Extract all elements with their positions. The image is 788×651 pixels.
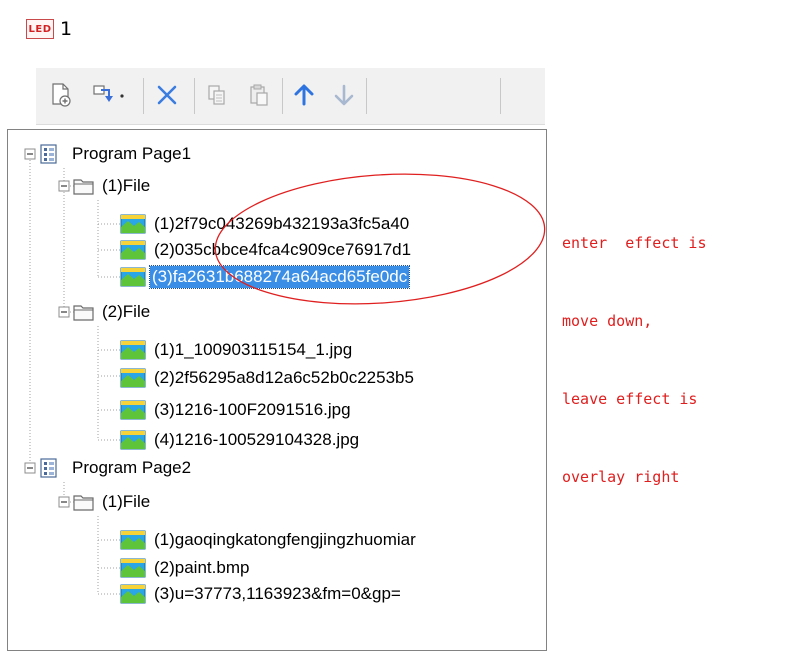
add-item-icon xyxy=(93,85,124,102)
tree-node-label: (4)1216-100529104328.jpg xyxy=(154,430,360,449)
tree-node-image[interactable]: (3)1216-100F2091516.jpg xyxy=(120,397,353,423)
image-file-icon xyxy=(120,267,146,287)
tree-node-label: (2)035cbbce4fca4c909ce76917d1 xyxy=(154,240,412,259)
tree-node-file[interactable]: (1)File xyxy=(72,489,152,515)
delete-button[interactable] xyxy=(150,80,184,110)
annotation-line: leave effect is xyxy=(562,390,698,408)
arrow-up-icon xyxy=(294,84,314,106)
tree-node-image[interactable]: (1)gaoqingkatongfengjingzhuomiar xyxy=(120,527,418,553)
image-file-icon xyxy=(120,584,146,604)
tree-node-label: (3)fa2631b688274a64acd65fe0dc xyxy=(148,265,411,289)
folder-icon xyxy=(73,495,94,511)
tree-node-label: Program Page1 xyxy=(72,144,192,163)
copy-button[interactable] xyxy=(200,80,234,110)
program-page-icon xyxy=(40,144,57,164)
led-number: 1 xyxy=(60,18,73,40)
folder-icon xyxy=(73,305,94,321)
tree-node-label: (3)1216-100F2091516.jpg xyxy=(154,400,351,419)
arrow-down-icon xyxy=(334,84,354,106)
tree-node-image[interactable]: (1)1_100903115154_1.jpg xyxy=(120,337,354,363)
tree-node-image[interactable]: (4)1216-100529104328.jpg xyxy=(120,427,361,453)
image-file-icon xyxy=(120,240,146,260)
tree-node-image[interactable]: (2)paint.bmp xyxy=(120,555,251,581)
new-page-icon xyxy=(52,83,71,107)
tree-node-label: (1)File xyxy=(102,492,151,511)
tree-node-image[interactable]: (2)035cbbce4fca4c909ce76917d1 xyxy=(120,237,413,263)
image-file-icon xyxy=(120,214,146,234)
image-file-icon xyxy=(120,558,146,578)
annotation-line: overlay right xyxy=(562,468,680,486)
image-file-icon xyxy=(120,530,146,550)
tree-node-label: (3)u=37773,1163923&fm=0&gp= xyxy=(154,584,401,603)
tree-node-label: (2)File xyxy=(102,302,151,321)
led-icon: LED xyxy=(26,19,54,39)
copy-icon xyxy=(208,85,225,105)
add-dropdown-button[interactable] xyxy=(90,80,132,110)
close-icon xyxy=(157,85,177,105)
tree-node-label: (1)gaoqingkatongfengjingzhuomiar xyxy=(154,530,416,549)
image-file-icon xyxy=(120,340,146,360)
move-down-button[interactable] xyxy=(328,80,360,110)
tree-node-label: (2)2f56295a8d12a6c52b0c2253b5 xyxy=(154,368,414,387)
program-tree: Program Page1 (1)File (1)2f79c043269b432… xyxy=(7,129,547,651)
tree-node-label: Program Page2 xyxy=(72,458,192,477)
image-file-icon xyxy=(120,400,146,420)
paste-icon xyxy=(250,84,268,106)
image-file-icon xyxy=(120,430,146,450)
led-screen-tab[interactable]: LED 1 xyxy=(26,16,72,42)
tree-node-label: (1)1_100903115154_1.jpg xyxy=(154,340,353,359)
tree-node-image-selected[interactable]: (3)fa2631b688274a64acd65fe0dc xyxy=(120,264,411,290)
tree-node-image[interactable]: (2)2f56295a8d12a6c52b0c2253b5 xyxy=(120,365,416,391)
tree-node-image[interactable]: (3)u=37773,1163923&fm=0&gp= xyxy=(120,581,403,607)
image-file-icon xyxy=(120,368,146,388)
move-up-button[interactable] xyxy=(288,80,320,110)
tree-node-label: (1)2f79c043269b432193a3fc5a40 xyxy=(154,214,410,233)
tree-node-program-page2[interactable]: Program Page2 xyxy=(38,455,193,481)
tree-node-file[interactable]: (2)File xyxy=(72,299,152,325)
tree-node-file[interactable]: (1)File xyxy=(72,173,152,199)
folder-icon xyxy=(73,179,94,195)
toolbar xyxy=(36,68,545,125)
tree-node-image[interactable]: (1)2f79c043269b432193a3fc5a40 xyxy=(120,211,411,237)
tree-node-program-page1[interactable]: Program Page1 xyxy=(38,141,193,167)
annotation-line: enter effect is xyxy=(562,234,707,252)
tree-node-label: (1)File xyxy=(102,176,151,195)
annotation-note: enter effect is move down, leave effect … xyxy=(562,178,707,516)
tree-node-label: (2)paint.bmp xyxy=(154,558,250,577)
paste-button[interactable] xyxy=(242,80,276,110)
program-page-icon xyxy=(40,458,57,478)
new-page-button[interactable] xyxy=(46,80,76,110)
annotation-line: move down, xyxy=(562,312,653,330)
